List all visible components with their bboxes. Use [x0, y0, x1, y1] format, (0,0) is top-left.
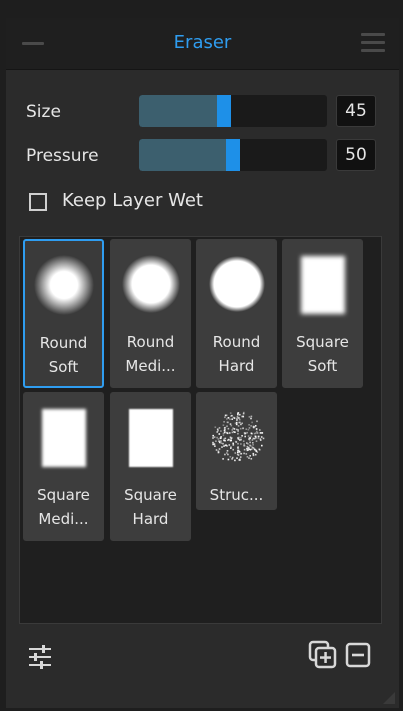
pressure-slider[interactable] [139, 139, 327, 171]
pressure-label: Pressure [26, 146, 99, 166]
remove-brush-icon[interactable] [345, 642, 371, 668]
square-medium-preview-icon [41, 409, 86, 467]
keep-layer-wet-checkbox[interactable] [29, 193, 47, 211]
pressure-value-field[interactable]: 50 [336, 139, 376, 171]
brush-name-line1: Round [39, 334, 88, 352]
pressure-slider-thumb[interactable] [226, 139, 240, 171]
sliders-settings-icon[interactable] [28, 644, 52, 670]
brush-tile-square-soft[interactable]: Square Soft [282, 239, 363, 388]
brush-name-line1: Square [124, 486, 177, 504]
brush-name-line1: Struc... [209, 486, 264, 504]
keep-layer-wet-label[interactable]: Keep Layer Wet [62, 190, 203, 211]
brush-name-line1: Round [212, 333, 261, 351]
structure-preview-icon [211, 411, 264, 462]
square-hard-preview-icon [128, 409, 173, 467]
panel-title: Eraser [173, 32, 232, 53]
brush-name-line1: Round [126, 333, 175, 351]
hamburger-menu-icon[interactable] [361, 33, 385, 53]
duplicate-brush-icon[interactable] [308, 640, 338, 670]
brush-preset-grid: Round Soft Round Medi... Round Hard Squa… [19, 236, 382, 624]
size-slider-thumb[interactable] [217, 95, 231, 127]
brush-name-line2: Hard [218, 357, 255, 375]
brush-tile-structure[interactable]: Struc... [196, 392, 277, 510]
panel-title-bar[interactable]: Eraser [6, 18, 399, 70]
brush-name-line2: Soft [307, 357, 338, 375]
brush-name-line2: Medi... [38, 510, 89, 528]
brush-tile-round-soft[interactable]: Round Soft [23, 239, 104, 388]
size-label: Size [26, 102, 61, 122]
size-value-field[interactable]: 45 [336, 95, 376, 127]
brush-name-line2: Hard [132, 510, 169, 528]
round-soft-preview-icon [33, 255, 94, 315]
panel-footer [6, 624, 399, 708]
brush-name-line2: Soft [48, 358, 79, 376]
brush-tile-round-medium[interactable]: Round Medi... [110, 239, 191, 388]
resize-grip-icon[interactable] [383, 692, 395, 704]
round-hard-preview-icon [208, 256, 265, 312]
eraser-panel: Eraser Size 45 Pressure 50 Keep Layer We… [6, 18, 399, 708]
round-medium-preview-icon [121, 255, 180, 313]
brush-tile-square-hard[interactable]: Square Hard [110, 392, 191, 541]
square-soft-preview-icon [300, 256, 345, 314]
brush-tile-square-medium[interactable]: Square Medi... [23, 392, 104, 541]
size-slider[interactable] [139, 95, 327, 127]
brush-name-line1: Square [37, 486, 90, 504]
brush-name-line1: Square [296, 333, 349, 351]
brush-tile-round-hard[interactable]: Round Hard [196, 239, 277, 388]
brush-name-line2: Medi... [125, 357, 176, 375]
size-slider-fill [139, 95, 224, 127]
pressure-slider-fill [139, 139, 233, 171]
